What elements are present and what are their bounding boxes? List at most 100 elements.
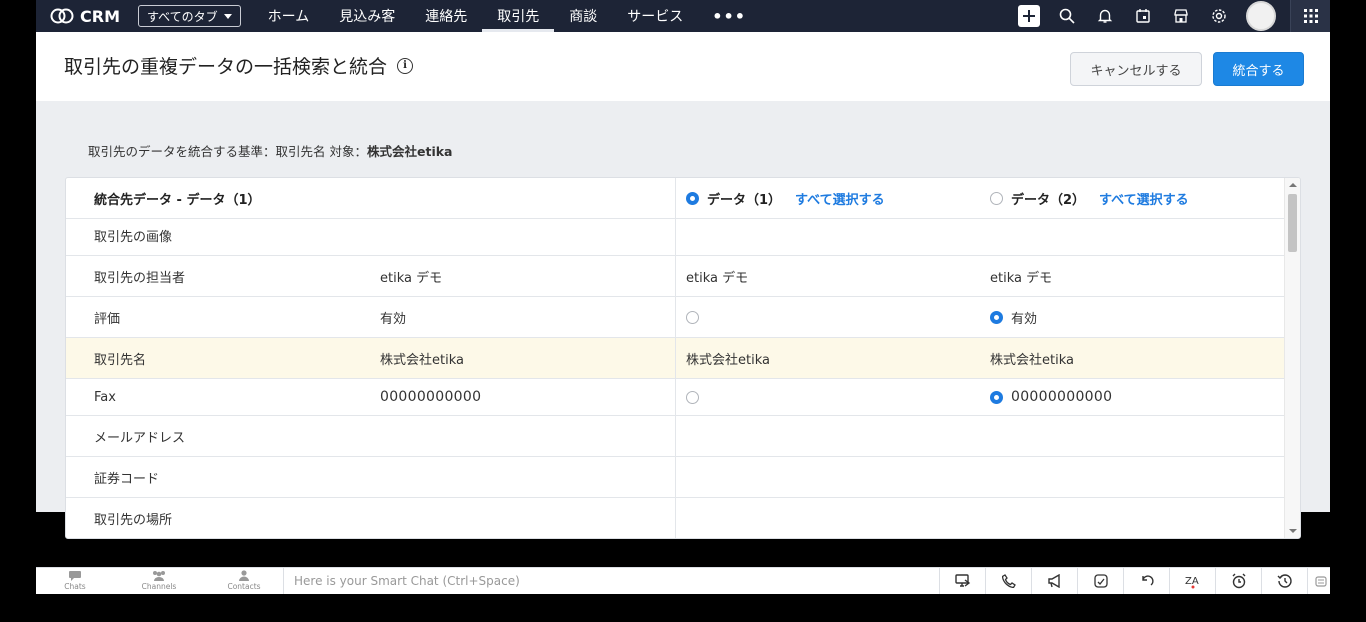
scroll-down-icon[interactable] [1289, 529, 1297, 533]
channels-label: Channels [141, 582, 177, 591]
data2-select-all-link[interactable]: すべて選択する [1099, 189, 1189, 208]
avatar[interactable] [1246, 1, 1276, 31]
page-title-text: 取引先の重複データの一括検索と統合 [64, 56, 388, 78]
merge-criteria: 取引先のデータを統合する基準：取引先名 対象：株式会社etika [88, 141, 452, 160]
data1-master-radio[interactable] [686, 191, 699, 205]
cancel-button[interactable]: キャンセルする [1070, 52, 1202, 86]
all-tabs-label: すべてのタブ [146, 9, 218, 24]
data2-field-radio[interactable] [990, 310, 1003, 324]
data2-field-radio[interactable] [990, 390, 1003, 404]
history-icon [1277, 574, 1292, 588]
merge-table: 統合先データ - データ（1） データ（1） すべて選択する データ（2） すべ… [65, 177, 1301, 539]
apps-grid-button[interactable] [1290, 0, 1330, 32]
bottom-bar: Chats Channels Contacts Here is your Sma… [36, 567, 1330, 594]
marketplace-button[interactable] [1162, 0, 1200, 32]
nav-leads[interactable]: 見込み客 [324, 0, 410, 32]
nav-icons [1010, 0, 1330, 32]
alarm-button[interactable] [1215, 568, 1261, 594]
calendar-button[interactable] [1124, 0, 1162, 32]
data1-value: 株式会社etika [675, 338, 980, 378]
phone-button[interactable] [985, 568, 1031, 594]
table-header-row: 統合先データ - データ（1） データ（1） すべて選択する データ（2） すべ… [66, 178, 1285, 219]
brand-label: CRM [80, 6, 120, 26]
data2-header: データ（2） すべて選択する [980, 178, 1189, 218]
chat-icon [69, 571, 81, 581]
table-row: 証券コード [66, 457, 1285, 498]
nav-accounts[interactable]: 取引先 [482, 0, 555, 32]
alarm-icon [1232, 573, 1245, 589]
merge-button[interactable]: 統合する [1213, 52, 1304, 86]
field-label: 取引先名 [94, 352, 147, 368]
screen-share-button[interactable] [939, 568, 985, 594]
phone-icon [1001, 574, 1016, 588]
channels-button[interactable]: Channels [129, 570, 189, 591]
smart-chat-input[interactable]: Here is your Smart Chat (Ctrl+Space) [283, 568, 938, 594]
nav-home[interactable]: ホーム [253, 0, 325, 32]
data1-field-radio[interactable] [686, 310, 699, 324]
page-title: 取引先の重複データの一括検索と統合 i [64, 52, 414, 79]
data2-cell: 有効 [980, 297, 1037, 337]
all-tabs-dropdown[interactable]: すべてのタブ [137, 5, 241, 27]
data2-master-radio[interactable] [990, 191, 1003, 205]
search-button[interactable] [1048, 0, 1086, 32]
merged-value: 株式会社etika [380, 352, 464, 368]
notifications-button[interactable] [1086, 0, 1124, 32]
bell-icon [1097, 9, 1113, 23]
data2-value: 有効 [1011, 311, 1038, 327]
field-label: 取引先の担当者 [94, 270, 186, 286]
field-label: 評価 [94, 311, 121, 327]
more-icon [1315, 576, 1327, 587]
field-label: 取引先の画像 [94, 229, 173, 245]
create-button[interactable] [1010, 0, 1048, 32]
merged-value: 00000000000 [380, 389, 482, 405]
crm-logo[interactable]: CRM [50, 7, 120, 26]
data1-field-radio[interactable] [686, 390, 699, 404]
history-button[interactable] [1261, 568, 1307, 594]
criteria-target: 株式会社etika [366, 144, 453, 159]
data1-header: データ（1） すべて選択する [675, 178, 980, 218]
table-row: 取引先の場所 [66, 498, 1285, 538]
master-record-label: 統合先データ - データ（1） [94, 192, 261, 208]
contacts-icon [239, 570, 249, 581]
table-row: 評価 有効 有効 [66, 297, 1285, 338]
data1-cell [675, 457, 980, 497]
apps-grid-icon [1303, 9, 1318, 23]
merged-value: 有効 [380, 311, 407, 327]
announcement-button[interactable] [1031, 568, 1077, 594]
more-tools-button[interactable] [1307, 568, 1334, 594]
info-icon[interactable]: i [397, 57, 414, 74]
megaphone-icon [1047, 574, 1060, 588]
nav-contacts[interactable]: 連絡先 [410, 0, 482, 32]
channels-icon [153, 571, 165, 581]
data1-cell [675, 498, 980, 538]
data1-cell [675, 379, 980, 415]
edit-icon [1093, 574, 1108, 588]
gear-icon [1212, 9, 1226, 23]
nav-more-button[interactable]: ••• [698, 0, 760, 32]
data2-label: データ（2） [1011, 192, 1086, 208]
data1-select-all-link[interactable]: すべて選択する [795, 189, 885, 208]
data2-value: etika デモ [990, 270, 1053, 286]
scroll-up-icon[interactable] [1289, 183, 1297, 187]
merged-value: etika デモ [380, 270, 443, 286]
bottom-tools: ZA [939, 568, 1334, 594]
undo-button[interactable] [1123, 568, 1169, 594]
edit-button[interactable] [1077, 568, 1123, 594]
screen-share-icon [954, 574, 970, 587]
page-header: 取引先の重複データの一括検索と統合 i キャンセルする 統合する [36, 32, 1330, 101]
nav-services[interactable]: サービス [612, 0, 698, 32]
caret-down-icon [223, 13, 232, 19]
nav-deals[interactable]: 商談 [554, 0, 612, 32]
scroll-thumb[interactable] [1288, 194, 1297, 252]
table-row: 取引先の担当者 etika デモ etika デモ etika デモ [66, 256, 1285, 297]
chats-button[interactable]: Chats [45, 570, 105, 591]
table-scrollbar[interactable] [1284, 178, 1300, 538]
contacts-button[interactable]: Contacts [214, 570, 274, 591]
zia-button[interactable]: ZA [1169, 568, 1215, 594]
settings-button[interactable] [1200, 0, 1238, 32]
zia-icon: ZA [1185, 576, 1198, 589]
field-label: メールアドレス [94, 430, 186, 446]
data1-value: etika デモ [675, 256, 980, 296]
calendar-icon [1136, 9, 1150, 23]
table-row: 取引先の画像 [66, 215, 1285, 256]
